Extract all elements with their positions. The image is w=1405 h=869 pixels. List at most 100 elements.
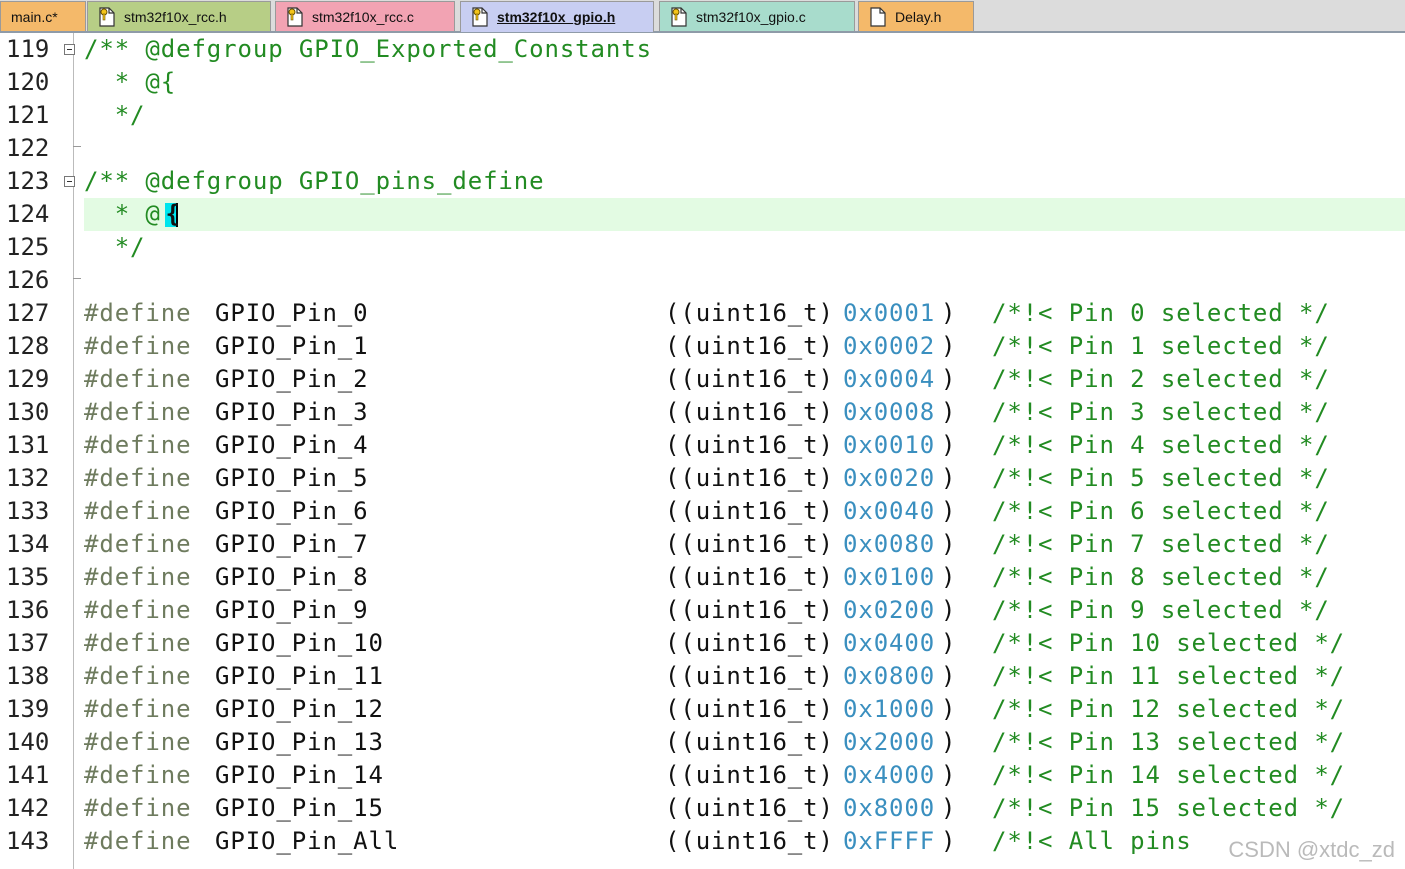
line-number: 143 — [6, 827, 50, 855]
type-cast: ((uint16_t) — [665, 464, 834, 492]
code-line[interactable]: 119 /** @defgroup GPIO_Exported_Constants — [0, 33, 1405, 66]
close-paren: ) — [941, 398, 957, 426]
line-number: 120 — [6, 68, 50, 96]
line-number: 128 — [6, 332, 50, 360]
hex-value: 0x0080 — [843, 530, 936, 558]
tab-stm32f10x-rcc-h[interactable]: stm32f10x_rcc.h — [87, 1, 271, 31]
line-number: 119 — [6, 35, 50, 63]
hex-value: 0x0004 — [843, 365, 936, 393]
code-line[interactable]: 120 * @{ — [0, 66, 1405, 99]
line-number: 139 — [6, 695, 50, 723]
preprocessor-keyword: #define — [84, 596, 192, 624]
code-line[interactable]: 122 — [0, 132, 1405, 165]
code-line[interactable]: 128 #define GPIO_Pin_1 ((uint16_t) 0x0002) /*… — [0, 330, 1405, 363]
line-number: 122 — [6, 134, 50, 162]
code-line[interactable]: 123 /** @defgroup GPIO_pins_define — [0, 165, 1405, 198]
tab-stm32f10x-gpio-h[interactable]: stm32f10x_gpio.h — [460, 1, 654, 32]
code-line[interactable]: 135 #define GPIO_Pin_8 ((uint16_t) 0x0100) /*… — [0, 561, 1405, 594]
type-cast: ((uint16_t) — [665, 761, 834, 789]
code-line[interactable]: 124 * @{ — [0, 198, 1405, 231]
inline-comment: /*!< Pin 4 selected */ — [992, 431, 1330, 459]
code-line[interactable]: 140 #define GPIO_Pin_13 ((uint16_t) 0x2000) /… — [0, 726, 1405, 759]
doc-comment: * @ — [84, 200, 161, 228]
tab-label: stm32f10x_gpio.c — [696, 8, 806, 25]
code-line[interactable]: 139 #define GPIO_Pin_12 ((uint16_t) 0x1000) /… — [0, 693, 1405, 726]
preprocessor-keyword: #define — [84, 728, 192, 756]
code-line[interactable]: 137 #define GPIO_Pin_10 ((uint16_t) 0x0400) /… — [0, 627, 1405, 660]
preprocessor-keyword: #define — [84, 299, 192, 327]
preprocessor-keyword: #define — [84, 695, 192, 723]
close-paren: ) — [941, 431, 957, 459]
code-line[interactable]: 125 */ — [0, 231, 1405, 264]
code-line[interactable]: 133 #define GPIO_Pin_6 ((uint16_t) 0x0040) /*… — [0, 495, 1405, 528]
macro-name: GPIO_Pin_0 — [215, 299, 369, 327]
hex-value: 0x0008 — [843, 398, 936, 426]
line-number: 133 — [6, 497, 50, 525]
inline-comment: /*!< All pins — [992, 827, 1192, 855]
inline-comment: /*!< Pin 15 selected */ — [992, 794, 1346, 822]
type-cast: ((uint16_t) — [665, 695, 834, 723]
hex-value: 0x0800 — [843, 662, 936, 690]
type-cast: ((uint16_t) — [665, 563, 834, 591]
inline-comment: /*!< Pin 1 selected */ — [992, 332, 1330, 360]
tab-stm32f10x-rcc-c[interactable]: stm32f10x_rcc.c — [275, 1, 455, 31]
type-cast: ((uint16_t) — [665, 398, 834, 426]
type-cast: ((uint16_t) — [665, 530, 834, 558]
type-cast: ((uint16_t) — [665, 431, 834, 459]
inline-comment: /*!< Pin 11 selected */ — [992, 662, 1346, 690]
code-line[interactable]: 132 #define GPIO_Pin_5 ((uint16_t) 0x0020) /*… — [0, 462, 1405, 495]
tab-label: Delay.h — [895, 8, 942, 25]
hex-value: 0x0200 — [843, 596, 936, 624]
code-line[interactable]: 126 — [0, 264, 1405, 297]
code-line[interactable]: 127 #define GPIO_Pin_0 ((uint16_t) 0x0001) /*… — [0, 297, 1405, 330]
code-line[interactable]: 129 #define GPIO_Pin_2 ((uint16_t) 0x0004) /*… — [0, 363, 1405, 396]
tab-label: stm32f10x_rcc.c — [312, 8, 414, 25]
close-paren: ) — [941, 728, 957, 756]
preprocessor-keyword: #define — [84, 794, 192, 822]
line-number: 142 — [6, 794, 50, 822]
code-line[interactable]: 134 #define GPIO_Pin_7 ((uint16_t) 0x0080) /*… — [0, 528, 1405, 561]
code-line[interactable]: 141 #define GPIO_Pin_14 ((uint16_t) 0x4000) /… — [0, 759, 1405, 792]
close-paren: ) — [941, 596, 957, 624]
inline-comment: /*!< Pin 12 selected */ — [992, 695, 1346, 723]
code-line[interactable]: 143 #define GPIO_Pin_All ((uint16_t) 0xFFFF)… — [0, 825, 1405, 858]
type-cast: ((uint16_t) — [665, 596, 834, 624]
file-key-icon — [286, 6, 304, 27]
preprocessor-keyword: #define — [84, 464, 192, 492]
code-editor[interactable]: CSDN @xtdc_zd 119/** @defgroup GPIO_Expo… — [0, 33, 1405, 869]
inline-comment: /*!< Pin 2 selected */ — [992, 365, 1330, 393]
preprocessor-keyword: #define — [84, 530, 192, 558]
macro-name: GPIO_Pin_6 — [215, 497, 369, 525]
close-paren: ) — [941, 530, 957, 558]
fold-collapse-icon[interactable] — [64, 176, 75, 187]
code-line[interactable]: 131 #define GPIO_Pin_4 ((uint16_t) 0x0010) /*… — [0, 429, 1405, 462]
macro-name: GPIO_Pin_8 — [215, 563, 369, 591]
tab-main-c-[interactable]: main.c* — [0, 1, 86, 31]
doc-comment: /** @defgroup GPIO_pins_define — [84, 167, 545, 195]
tab-stm32f10x-gpio-c[interactable]: stm32f10x_gpio.c — [659, 1, 855, 31]
macro-name: GPIO_Pin_9 — [215, 596, 369, 624]
line-number: 140 — [6, 728, 50, 756]
line-number: 130 — [6, 398, 50, 426]
line-number: 123 — [6, 167, 50, 195]
inline-comment: /*!< Pin 0 selected */ — [992, 299, 1330, 327]
code-line[interactable]: 136 #define GPIO_Pin_9 ((uint16_t) 0x0200) /*… — [0, 594, 1405, 627]
line-number: 135 — [6, 563, 50, 591]
type-cast: ((uint16_t) — [665, 794, 834, 822]
code-line[interactable]: 138 #define GPIO_Pin_11 ((uint16_t) 0x0800) /… — [0, 660, 1405, 693]
code-line[interactable]: 130 #define GPIO_Pin_3 ((uint16_t) 0x0008) /*… — [0, 396, 1405, 429]
preprocessor-keyword: #define — [84, 398, 192, 426]
code-line[interactable]: 121 */ — [0, 99, 1405, 132]
macro-name: GPIO_Pin_11 — [215, 662, 384, 690]
hex-value: 0x2000 — [843, 728, 936, 756]
tab-label: stm32f10x_rcc.h — [124, 8, 227, 25]
fold-collapse-icon[interactable] — [64, 44, 75, 55]
preprocessor-keyword: #define — [84, 827, 192, 855]
current-line-highlight — [84, 198, 1405, 231]
tab-delay-h[interactable]: Delay.h — [858, 1, 974, 31]
macro-name: GPIO_Pin_13 — [215, 728, 384, 756]
tab-bar: main.c* stm32f10x_rcc.h stm32f10x_rcc.c stm… — [0, 0, 1405, 33]
line-number: 138 — [6, 662, 50, 690]
line-number: 132 — [6, 464, 50, 492]
code-line[interactable]: 142 #define GPIO_Pin_15 ((uint16_t) 0x8000) /… — [0, 792, 1405, 825]
